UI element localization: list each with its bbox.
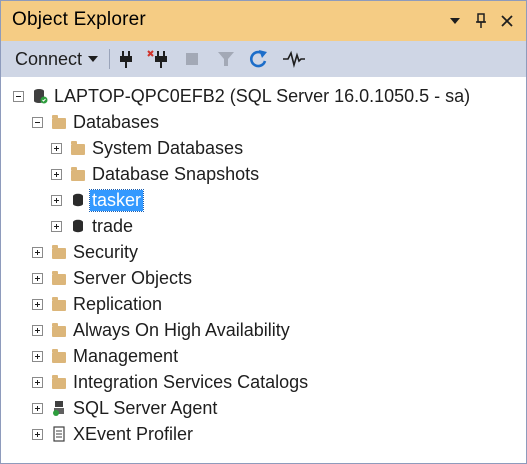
connect-object-explorer-button[interactable] [113,46,139,72]
tree-node-replication[interactable]: Replication [32,292,164,316]
connect-dropdown-button[interactable]: Connect [5,45,104,73]
always-on-label: Always On High Availability [73,319,290,340]
activity-monitor-icon [283,50,305,68]
security-label: Security [73,241,139,262]
tree-node-security[interactable]: Security [32,240,140,264]
filter-icon [218,52,234,66]
database-snapshots-label: Database Snapshots [92,163,260,184]
server-label: LAPTOP-QPC0EFB2 (SQL Server 16.0.1050.5 … [54,85,471,106]
pin-icon [476,13,486,28]
agent-icon [51,400,67,416]
folder-icon [51,114,67,130]
title-bar-buttons [442,10,520,32]
server-icon [32,88,48,104]
sql-server-agent-label: SQL Server Agent [73,397,218,418]
tasker-label: tasker [88,188,145,212]
object-explorer-tree: LAPTOP-QPC0EFB2 (SQL Server 16.0.1050.5 … [1,79,526,463]
stop-icon [186,53,198,65]
expand-toggle[interactable] [32,376,43,388]
expand-toggle[interactable] [51,194,62,206]
activity-monitor-button[interactable] [281,46,307,72]
tree-node-always-on[interactable]: Always On High Availability [32,318,292,342]
title-bar: Object Explorer [1,1,526,41]
disconnect-plug-icon [147,50,167,68]
tree-node-xevent-profiler[interactable]: XEvent Profiler [32,422,195,446]
disconnect-button[interactable] [145,46,171,72]
close-icon [501,15,513,27]
object-explorer-panel: Object Explorer Connect LAPTOP-QPC0EFB2 … [0,0,527,464]
folder-icon [70,166,86,182]
tree-node-management[interactable]: Management [32,344,180,368]
databases-label: Databases [73,111,160,132]
expand-toggle[interactable] [32,350,43,362]
window-position-dropdown-button[interactable] [442,10,468,32]
panel-title: Object Explorer [12,9,146,30]
auto-hide-pin-button[interactable] [468,10,494,32]
stop-button[interactable] [179,46,205,72]
tree-node-integration-services[interactable]: Integration Services Catalogs [32,370,310,394]
tree-node-server[interactable]: LAPTOP-QPC0EFB2 (SQL Server 16.0.1050.5 … [13,84,472,108]
expand-toggle[interactable] [32,402,43,414]
refresh-icon [250,50,267,68]
system-databases-label: System Databases [92,137,244,158]
database-icon [70,218,86,234]
xevent-icon [51,426,67,442]
expand-toggle[interactable] [32,272,43,284]
folder-icon [51,244,67,260]
management-label: Management [73,345,179,366]
trade-label: trade [92,215,134,236]
tree-node-databases[interactable]: Databases [32,110,161,134]
chevron-down-icon [450,18,460,24]
close-button[interactable] [494,10,520,32]
expand-toggle[interactable] [51,220,62,232]
expand-toggle[interactable] [32,324,43,336]
expand-toggle[interactable] [51,168,62,180]
tree-node-db-tasker[interactable]: tasker [51,188,145,212]
tree-node-db-trade[interactable]: trade [51,214,135,238]
folder-icon [51,270,67,286]
toolbar-separator [109,49,110,69]
folder-icon [51,296,67,312]
connect-plug-icon [120,51,132,68]
toolbar: Connect [1,41,526,77]
expand-toggle[interactable] [51,142,62,154]
refresh-button[interactable] [246,46,272,72]
integration-services-label: Integration Services Catalogs [73,371,309,392]
expand-toggle[interactable] [32,298,43,310]
expand-toggle[interactable] [32,246,43,258]
tree-node-sql-server-agent[interactable]: SQL Server Agent [32,396,219,420]
xevent-profiler-label: XEvent Profiler [73,423,194,444]
expand-toggle[interactable] [32,428,43,440]
folder-icon [51,348,67,364]
caret-down-icon [88,56,99,62]
folder-icon [70,140,86,156]
database-icon [70,192,86,208]
server-objects-label: Server Objects [73,267,193,288]
tree-node-database-snapshots[interactable]: Database Snapshots [51,162,261,186]
collapse-toggle[interactable] [13,90,24,102]
folder-icon [51,322,67,338]
replication-label: Replication [73,293,163,314]
tree-node-server-objects[interactable]: Server Objects [32,266,194,290]
filter-button[interactable] [213,46,239,72]
collapse-toggle[interactable] [32,116,43,128]
folder-icon [51,374,67,390]
tree-node-system-databases[interactable]: System Databases [51,136,245,160]
connect-label: Connect [15,48,83,69]
